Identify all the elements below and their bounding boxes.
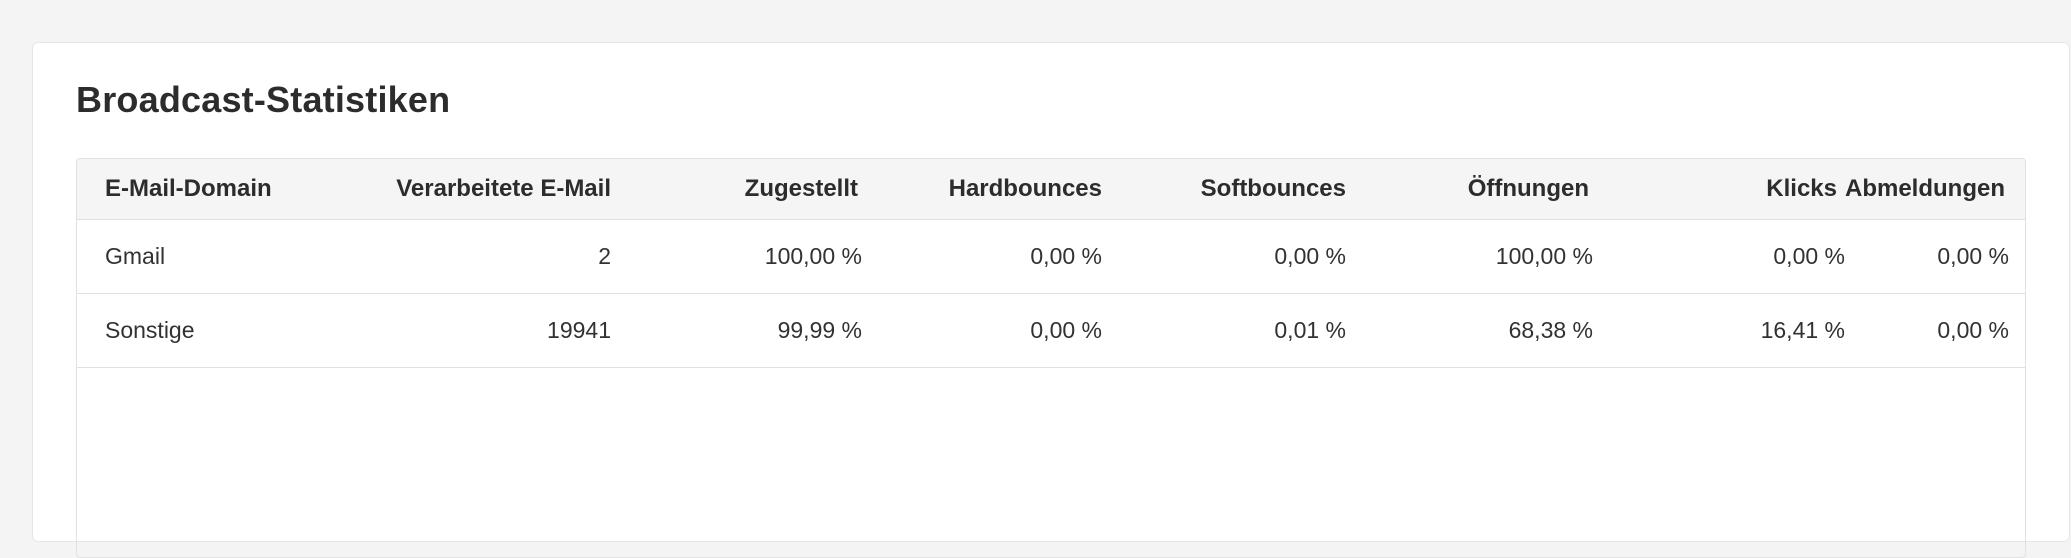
cell-delivered: 100,00 % bbox=[764, 243, 862, 269]
table-header-row: E-Mail-Domain Verarbeitete E-Mail Zugest… bbox=[77, 159, 2025, 220]
cell-clicks: 16,41 % bbox=[1760, 317, 1845, 343]
column-header-delivered[interactable]: Zugestellt bbox=[617, 159, 858, 219]
column-header-hardbounces[interactable]: Hardbounces bbox=[857, 159, 1102, 219]
cell-opens: 68,38 % bbox=[1508, 317, 1593, 343]
broadcast-stats-card: Broadcast-Statistiken E-Mail-Domain Vera… bbox=[32, 42, 2070, 558]
table-row: Sonstige 19941 99,99 % 0,00 % 0,01 % 68,… bbox=[77, 294, 2025, 368]
stats-table: E-Mail-Domain Verarbeitete E-Mail Zugest… bbox=[76, 158, 2026, 558]
cell-hardbounces: 0,00 % bbox=[1030, 317, 1102, 343]
cell-processed-email: 2 bbox=[598, 243, 611, 269]
cell-softbounces: 0,01 % bbox=[1274, 317, 1346, 343]
cell-unsubscribes: 0,00 % bbox=[1937, 243, 2009, 269]
cell-softbounces: 0,00 % bbox=[1274, 243, 1346, 269]
cell-unsubscribes: 0,00 % bbox=[1937, 317, 2009, 343]
card-title: Broadcast-Statistiken bbox=[76, 79, 451, 120]
cell-opens: 100,00 % bbox=[1495, 243, 1593, 269]
column-header-opens[interactable]: Öffnungen bbox=[1347, 159, 1589, 219]
column-header-processed-email[interactable]: Verarbeitete E-Mail bbox=[277, 159, 611, 219]
column-header-clicks[interactable]: Klicks bbox=[1589, 159, 1837, 219]
column-header-unsubscribes[interactable]: Abmeldungen bbox=[1837, 159, 2005, 219]
column-header-softbounces[interactable]: Softbounces bbox=[1102, 159, 1346, 219]
cell-hardbounces: 0,00 % bbox=[1030, 243, 1102, 269]
cell-delivered: 99,99 % bbox=[777, 317, 862, 343]
cell-processed-email: 19941 bbox=[547, 317, 611, 343]
cell-clicks: 0,00 % bbox=[1773, 243, 1845, 269]
table-row: Gmail 2 100,00 % 0,00 % 0,00 % 100,00 % … bbox=[77, 220, 2025, 294]
